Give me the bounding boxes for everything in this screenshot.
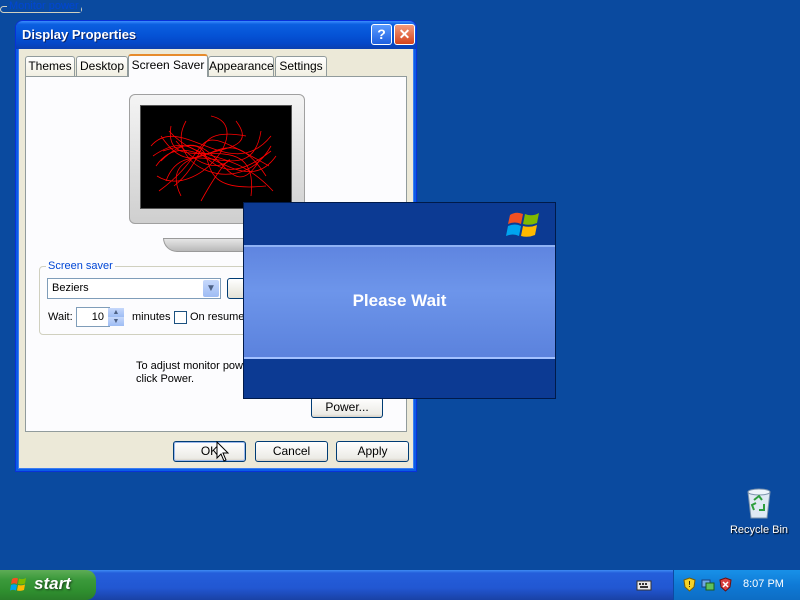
start-button[interactable]: start [0, 570, 96, 600]
apply-button[interactable]: Apply [336, 441, 409, 462]
tab-desktop[interactable]: Desktop [76, 56, 128, 76]
on-resume-label: On resume [190, 311, 245, 323]
please-wait-dialog: Please Wait [243, 202, 556, 399]
network-icon[interactable] [700, 577, 715, 592]
spin-up-icon[interactable]: ▲ [108, 308, 124, 317]
title-bar[interactable]: Display Properties ? ✕ [16, 21, 416, 49]
wait-minutes-input[interactable]: 10 [76, 307, 110, 327]
recycle-bin-icon[interactable] [742, 486, 776, 520]
keyboard-icon[interactable] [636, 578, 652, 592]
monitor-power-group-label: Monitor power [9, 0, 79, 12]
spin-down-icon[interactable]: ▼ [108, 317, 124, 326]
svg-text:!: ! [688, 580, 691, 589]
help-button[interactable]: ? [371, 24, 392, 45]
minutes-label: minutes [132, 311, 171, 323]
ok-button[interactable]: OK [173, 441, 246, 462]
tab-settings[interactable]: Settings [275, 56, 327, 76]
start-label: start [34, 574, 71, 593]
windows-flag-logo [506, 212, 539, 237]
power-button[interactable]: Power... [311, 397, 383, 418]
security-shield-icon[interactable]: ! [682, 577, 697, 592]
window-title: Display Properties [22, 27, 137, 42]
please-wait-message: Please Wait [352, 291, 447, 310]
cancel-button[interactable]: Cancel [255, 441, 328, 462]
tab-appearance[interactable]: Appearance [208, 56, 274, 76]
wait-spinner[interactable]: ▲ ▼ [108, 308, 124, 326]
tab-themes[interactable]: Themes [25, 56, 75, 76]
security-alert-icon[interactable] [718, 577, 733, 592]
recycle-bin-label[interactable]: Recycle Bin [724, 524, 794, 536]
screen-saver-group-label: Screen saver [48, 260, 113, 272]
taskbar-clock[interactable]: 8:07 PM [743, 578, 784, 590]
monitor-power-text: To adjust monitor powe click Power. [136, 360, 250, 385]
mouse-cursor-icon [216, 441, 230, 462]
screen-saver-preview [140, 105, 292, 209]
screen-saver-selected: Beziers [52, 282, 89, 294]
tab-screen-saver[interactable]: Screen Saver [128, 54, 208, 77]
wait-label: Wait: [48, 311, 73, 323]
screen-saver-select[interactable]: Beziers ▼ [47, 278, 221, 299]
close-button[interactable]: ✕ [394, 24, 415, 45]
on-resume-checkbox[interactable] [174, 311, 187, 324]
windows-flag-icon [10, 577, 26, 591]
wait-dialog-footer [244, 359, 555, 398]
bezier-curves [150, 115, 277, 202]
monitor-power-group: Monitor power [0, 0, 82, 13]
chevron-down-icon[interactable]: ▼ [203, 280, 219, 297]
